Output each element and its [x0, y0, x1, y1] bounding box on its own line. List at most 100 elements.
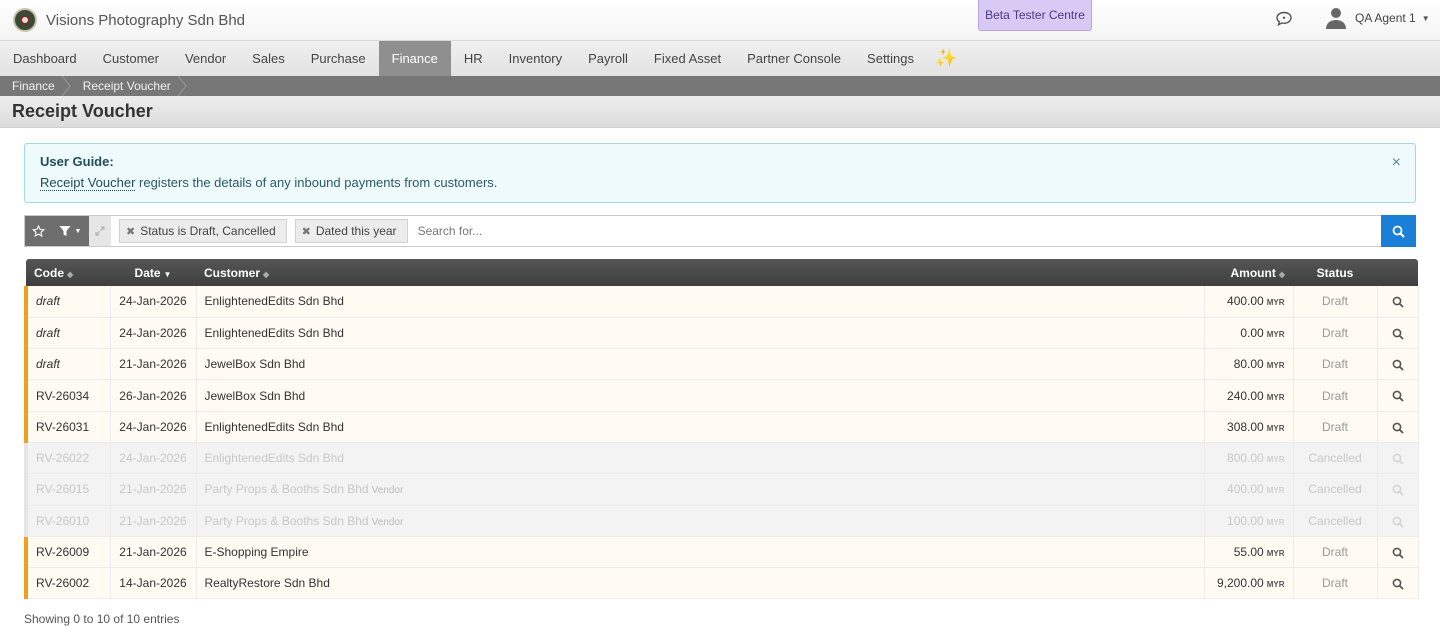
cell-amount: 55.00 MYR — [1204, 536, 1294, 569]
view-button[interactable] — [1377, 348, 1419, 381]
view-button[interactable] — [1377, 379, 1419, 412]
nav-item-vendor[interactable]: Vendor — [172, 41, 239, 76]
filter-icon — [59, 226, 71, 236]
nav-item-fixed-asset[interactable]: Fixed Asset — [641, 41, 734, 76]
cell-code[interactable]: draft — [24, 348, 111, 381]
view-button[interactable] — [1377, 411, 1419, 443]
view-button[interactable] — [1377, 286, 1419, 318]
favorite-button[interactable] — [25, 216, 51, 246]
cell-code[interactable]: RV-26002 — [24, 567, 111, 600]
customer-name: EnlightenedEdits Sdn Bhd — [204, 419, 344, 434]
cell-code[interactable]: RV-26009 — [24, 536, 111, 569]
beta-tester-button[interactable]: Beta Tester Centre — [978, 0, 1092, 31]
cell-status: Cancelled — [1293, 505, 1378, 537]
nav-item-inventory[interactable]: Inventory — [496, 41, 575, 76]
company-name[interactable]: Visions Photography Sdn Bhd — [46, 12, 245, 29]
table-row[interactable]: draft 21-Jan-2026 JewelBox Sdn Bhd 80.00 MYR… — [24, 348, 1419, 381]
chat-icon[interactable] — [1275, 11, 1293, 26]
column-header-date[interactable]: Date ▼ — [110, 259, 196, 286]
column-header-code[interactable]: Code ◆ — [26, 259, 110, 286]
nav-item-payroll[interactable]: Payroll — [575, 41, 641, 76]
user-guide-panel: User Guide: Receipt Voucher registers th… — [24, 143, 1416, 203]
amount-value: 100.00 — [1227, 513, 1264, 528]
guide-text: Receipt Voucher registers the details of… — [40, 175, 1400, 191]
amount-value: 800.00 — [1227, 451, 1264, 466]
table-row[interactable]: RV-26034 26-Jan-2026 JewelBox Sdn Bhd 240.0… — [24, 379, 1419, 412]
column-header-customer[interactable]: Customer ◆ — [196, 259, 1204, 286]
cell-code[interactable]: RV-26022 — [24, 442, 111, 475]
breadcrumb-separator-icon — [61, 76, 71, 96]
amount-value: 240.00 — [1227, 388, 1264, 403]
nav-item-sales[interactable]: Sales — [239, 41, 298, 76]
breadcrumb-separator-icon — [177, 76, 187, 96]
table-row[interactable]: RV-26010 21-Jan-2026 Party Props & Booths … — [24, 505, 1419, 537]
view-button[interactable] — [1377, 505, 1419, 537]
table-row[interactable]: RV-26002 14-Jan-2026 RealtyRestore Sdn Bhd… — [24, 567, 1419, 600]
cell-customer: Party Props & Booths Sdn Bhd Vendor — [196, 505, 1205, 537]
filter-chip-date[interactable]: ✖ Dated this year — [294, 219, 408, 243]
view-button[interactable] — [1377, 567, 1419, 600]
table-row[interactable]: RV-26009 21-Jan-2026 E-Shopping Empire 55.0… — [24, 536, 1419, 569]
close-icon[interactable]: × — [1392, 154, 1401, 172]
customer-name: JewelBox Sdn Bhd — [204, 388, 306, 403]
guide-link[interactable]: Receipt Voucher — [40, 175, 136, 191]
cell-amount: 100.00 MYR — [1204, 505, 1294, 537]
search-button[interactable] — [1381, 215, 1416, 247]
user-menu[interactable]: QA Agent 1 ▼ — [1326, 7, 1430, 29]
remove-chip-icon[interactable]: ✖ — [126, 225, 135, 238]
customer-name: Party Props & Booths Sdn Bhd — [204, 513, 369, 528]
page-title: Receipt Voucher — [12, 101, 153, 121]
column-header-amount[interactable]: Amount ◆ — [1204, 259, 1293, 286]
table-row[interactable]: RV-26015 21-Jan-2026 Party Props & Booths … — [24, 473, 1419, 506]
filter-chip-status[interactable]: ✖ Status is Draft, Cancelled — [119, 219, 287, 243]
breadcrumb-receipt-voucher[interactable]: Receipt Voucher — [71, 76, 177, 96]
currency-label: MYR — [1266, 329, 1285, 339]
cell-code[interactable]: draft — [24, 286, 111, 318]
cell-amount: 308.00 MYR — [1204, 411, 1294, 443]
cell-date: 26-Jan-2026 — [110, 379, 197, 412]
currency-label: MYR — [1266, 580, 1285, 590]
table-row[interactable]: RV-26031 24-Jan-2026 EnlightenedEdits Sdn … — [24, 411, 1419, 443]
company-logo[interactable] — [13, 8, 37, 32]
breadcrumb-finance[interactable]: Finance — [0, 76, 61, 96]
currency-label: MYR — [1266, 392, 1285, 402]
nav-item-finance[interactable]: Finance — [378, 41, 451, 76]
guide-description: registers the details of any inbound pay… — [135, 175, 498, 190]
cell-code[interactable]: RV-26015 — [24, 473, 111, 506]
sort-icon: ◆ — [263, 269, 270, 279]
sparkle-icon[interactable]: ✨ — [927, 41, 965, 76]
magnifier-icon — [1392, 390, 1404, 402]
view-button[interactable] — [1377, 317, 1419, 350]
cell-customer: E-Shopping Empire — [196, 536, 1205, 569]
table-row[interactable]: RV-26022 24-Jan-2026 EnlightenedEdits Sdn … — [24, 442, 1419, 475]
breadcrumb: Finance Receipt Voucher — [0, 76, 1440, 96]
customer-name: EnlightenedEdits Sdn Bhd — [204, 325, 344, 340]
search-input[interactable] — [417, 217, 1381, 245]
nav-item-customer[interactable]: Customer — [90, 41, 172, 76]
view-button[interactable] — [1377, 442, 1419, 475]
nav-item-purchase[interactable]: Purchase — [298, 41, 379, 76]
cell-code[interactable]: RV-26031 — [24, 411, 111, 443]
nav-item-hr[interactable]: HR — [451, 41, 496, 76]
magnifier-icon — [1392, 578, 1404, 590]
remove-chip-icon[interactable]: ✖ — [302, 225, 311, 238]
table-row[interactable]: draft 24-Jan-2026 EnlightenedEdits Sdn Bhd… — [24, 317, 1419, 350]
nav-item-settings[interactable]: Settings — [854, 41, 927, 76]
currency-label: MYR — [1266, 423, 1285, 433]
amount-value: 400.00 — [1227, 482, 1264, 497]
cell-code[interactable]: draft — [24, 317, 111, 350]
cell-code[interactable]: RV-26010 — [24, 505, 111, 537]
view-button[interactable] — [1377, 536, 1419, 569]
cell-status: Draft — [1293, 379, 1378, 412]
amount-value: 9,200.00 — [1217, 576, 1264, 591]
nav-item-partner-console[interactable]: Partner Console — [734, 41, 854, 76]
filter-button[interactable]: ▼ — [51, 216, 89, 246]
view-button[interactable] — [1377, 473, 1419, 506]
nav-item-dashboard[interactable]: Dashboard — [0, 41, 90, 76]
cell-code[interactable]: RV-26034 — [24, 379, 111, 412]
vendor-tag: Vendor — [371, 516, 404, 528]
expand-button[interactable] — [89, 216, 111, 246]
cell-date: 24-Jan-2026 — [110, 286, 197, 318]
table-row[interactable]: draft 24-Jan-2026 EnlightenedEdits Sdn Bhd… — [24, 286, 1419, 318]
cell-status: Draft — [1293, 317, 1378, 350]
